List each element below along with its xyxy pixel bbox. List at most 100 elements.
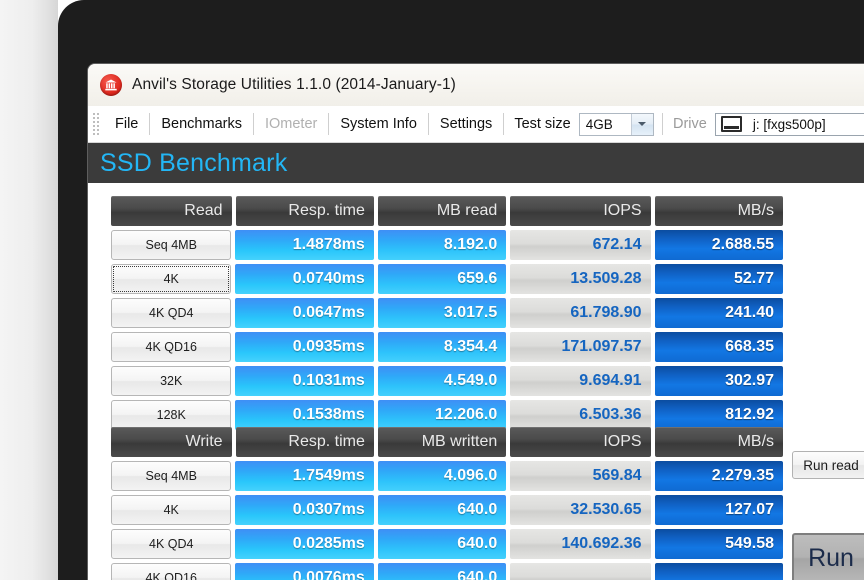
cell-resp-time: 0.0935ms bbox=[235, 332, 374, 362]
chevron-down-icon[interactable] bbox=[630, 113, 653, 135]
write-benchmark-table: Write Resp. time MB written IOPS MB/s Se… bbox=[111, 427, 784, 580]
cell-iops: 672.14 bbox=[510, 230, 651, 260]
section-header: SSD Benchmark bbox=[88, 143, 864, 183]
cell-iops: 569.84 bbox=[510, 461, 651, 491]
cell-resp-time: 0.0647ms bbox=[235, 298, 374, 328]
row-label-button[interactable]: 4K QD4 bbox=[111, 298, 232, 328]
table-row: 32K 0.1031ms 4.549.0 9.694.91 302.97 bbox=[111, 366, 783, 396]
cell-mbs: 2.688.55 bbox=[654, 230, 783, 260]
row-label-button[interactable]: 4K QD16 bbox=[111, 563, 232, 580]
cell-iops: 61.798.90 bbox=[510, 298, 651, 328]
column-header-resp-time: Resp. time bbox=[235, 196, 374, 226]
column-header-mbs: MB/s bbox=[654, 196, 784, 226]
menu-item-iometer: IOmeter bbox=[264, 116, 318, 132]
test-size-value: 4GB bbox=[585, 116, 613, 132]
drive-icon bbox=[720, 116, 742, 132]
menu-item-system-info[interactable]: System Info bbox=[329, 112, 428, 136]
row-label-button[interactable]: 32K bbox=[111, 366, 232, 396]
desktop-left-strip bbox=[0, 0, 58, 580]
toolbar-grip[interactable] bbox=[91, 111, 100, 137]
table-row: 4K QD16 0.0076ms 640.0 bbox=[111, 563, 783, 580]
table-row: 4K QD4 0.0285ms 640.0 140.692.36 549.58 bbox=[111, 529, 783, 559]
title-bar: Anvil's Storage Utilities 1.1.0 (2014-Ja… bbox=[88, 64, 864, 106]
cell-iops: 13.509.28 bbox=[510, 264, 651, 294]
run-read-button[interactable]: Run read bbox=[792, 451, 864, 479]
drive-value: j: [fxgs500p] bbox=[752, 116, 826, 132]
app-window: Anvil's Storage Utilities 1.1.0 (2014-Ja… bbox=[88, 64, 864, 580]
column-header-mb-read: MB read bbox=[377, 196, 507, 226]
menu-item-file[interactable]: File bbox=[104, 112, 149, 136]
table-row: 4K QD16 0.0935ms 8.354.4 171.097.57 668.… bbox=[111, 332, 783, 362]
cell-resp-time: 0.1538ms bbox=[235, 400, 374, 430]
row-label-button[interactable]: 4K bbox=[111, 495, 232, 525]
column-header-resp-time: Resp. time bbox=[235, 427, 374, 457]
anvil-app-icon bbox=[100, 74, 122, 96]
column-header-iops: IOPS bbox=[510, 427, 651, 457]
column-header-mb-written: MB written bbox=[377, 427, 507, 457]
cell-iops: 140.692.36 bbox=[510, 529, 651, 559]
cell-resp-time: 0.0076ms bbox=[235, 563, 374, 580]
page-title: SSD Benchmark bbox=[100, 148, 288, 177]
table-row: 4K QD4 0.0647ms 3.017.5 61.798.90 241.40 bbox=[111, 298, 783, 328]
cell-iops: 171.097.57 bbox=[510, 332, 651, 362]
cell-mbs: 302.97 bbox=[654, 366, 783, 396]
cell-resp-time: 0.0307ms bbox=[235, 495, 374, 525]
table-row: Seq 4MB 1.4878ms 8.192.0 672.14 2.688.55 bbox=[111, 230, 783, 260]
cell-mb-read: 3.017.5 bbox=[377, 298, 507, 328]
cell-iops: 32.530.65 bbox=[510, 495, 651, 525]
cell-mbs: 668.35 bbox=[654, 332, 783, 362]
content-area: Read Resp. time MB read IOPS MB/s Seq 4M… bbox=[88, 183, 864, 580]
row-label-button[interactable]: Seq 4MB bbox=[111, 461, 232, 491]
cell-resp-time: 0.0285ms bbox=[235, 529, 374, 559]
window-title: Anvil's Storage Utilities 1.1.0 (2014-Ja… bbox=[132, 76, 456, 93]
table-row: Seq 4MB 1.7549ms 4.096.0 569.84 2.279.35 bbox=[111, 461, 783, 491]
cell-mb-written: 640.0 bbox=[377, 495, 507, 525]
table-header-row: Write Resp. time MB written IOPS MB/s bbox=[111, 427, 784, 457]
cell-mb-read: 4.549.0 bbox=[377, 366, 507, 396]
table-row: 128K 0.1538ms 12.206.0 6.503.36 812.92 bbox=[111, 400, 783, 430]
cell-resp-time: 0.1031ms bbox=[235, 366, 374, 396]
column-header-write: Write bbox=[111, 427, 232, 457]
cell-iops: 9.694.91 bbox=[510, 366, 651, 396]
row-label-button[interactable]: Seq 4MB bbox=[111, 230, 232, 260]
cell-mbs: 2.279.35 bbox=[654, 461, 783, 491]
row-label-button[interactable]: 4K QD4 bbox=[111, 529, 232, 559]
screen: Anvil's Storage Utilities 1.1.0 (2014-Ja… bbox=[0, 0, 864, 580]
column-header-read: Read bbox=[111, 196, 232, 226]
cell-mb-written: 640.0 bbox=[377, 529, 507, 559]
cell-mb-read: 659.6 bbox=[377, 264, 507, 294]
row-label-button[interactable]: 128K bbox=[111, 400, 232, 430]
cell-mbs: 52.77 bbox=[654, 264, 783, 294]
cell-mbs: 549.58 bbox=[654, 529, 783, 559]
test-size-combobox[interactable]: 4GB bbox=[578, 112, 654, 136]
column-header-mbs: MB/s bbox=[654, 427, 784, 457]
cell-mbs: 241.40 bbox=[654, 298, 783, 328]
menu-item-benchmarks[interactable]: Benchmarks bbox=[150, 112, 253, 136]
cell-resp-time: 0.0740ms bbox=[235, 264, 374, 294]
row-label-button[interactable]: 4K bbox=[111, 264, 232, 294]
cell-mbs: 127.07 bbox=[654, 495, 783, 525]
table-row: 4K 0.0307ms 640.0 32.530.65 127.07 bbox=[111, 495, 783, 525]
cell-mbs bbox=[654, 563, 783, 580]
cell-iops: 6.503.36 bbox=[510, 400, 651, 430]
cell-mb-written: 640.0 bbox=[377, 563, 507, 580]
cell-resp-time: 1.4878ms bbox=[235, 230, 374, 260]
menu-bar: File Benchmarks IOmeter System Info Sett… bbox=[88, 106, 864, 143]
column-header-iops: IOPS bbox=[510, 196, 651, 226]
run-button[interactable]: Run bbox=[792, 533, 864, 580]
test-size-label: Test size bbox=[514, 116, 571, 132]
cell-resp-time: 1.7549ms bbox=[235, 461, 374, 491]
cell-mb-read: 12.206.0 bbox=[377, 400, 507, 430]
drive-combobox[interactable]: j: [fxgs500p] ⌄ bbox=[714, 112, 864, 136]
cell-mb-written: 4.096.0 bbox=[377, 461, 507, 491]
cell-mb-read: 8.192.0 bbox=[377, 230, 507, 260]
cell-iops bbox=[510, 563, 651, 580]
cell-mbs: 812.92 bbox=[654, 400, 783, 430]
table-row: 4K 0.0740ms 659.6 13.509.28 52.77 bbox=[111, 264, 783, 294]
read-benchmark-table: Read Resp. time MB read IOPS MB/s Seq 4M… bbox=[111, 196, 784, 434]
menu-item-settings[interactable]: Settings bbox=[429, 112, 503, 136]
row-label-button[interactable]: 4K QD16 bbox=[111, 332, 232, 362]
cell-mb-read: 8.354.4 bbox=[377, 332, 507, 362]
table-header-row: Read Resp. time MB read IOPS MB/s bbox=[111, 196, 784, 226]
drive-label: Drive bbox=[672, 116, 707, 132]
